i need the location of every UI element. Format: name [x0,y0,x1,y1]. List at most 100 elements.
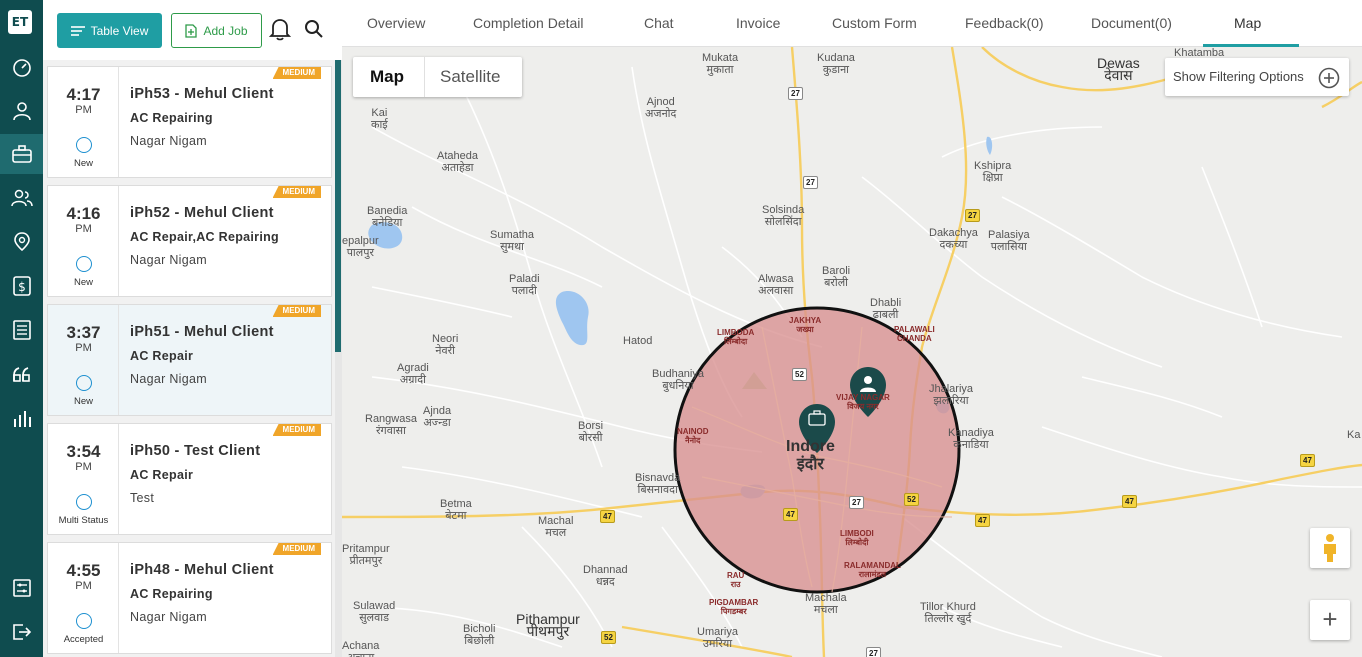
place-name: Dakachya [929,227,978,239]
bell-icon[interactable] [268,17,292,46]
street-view-pegman[interactable] [1310,528,1350,568]
quote-icon[interactable] [0,355,43,395]
map-place-label: Baroli बरोली [822,265,850,289]
scrollbar-thumb[interactable] [335,60,341,352]
map-place-label: Hatod [623,335,652,347]
place-name: Neori [432,333,459,345]
location-pin-icon[interactable] [0,222,43,262]
place-name-hindi: ढाबली [872,309,899,321]
locality-label: LIMBODA लिम्बोदा [717,328,754,346]
place-name: Machala [805,592,847,604]
job-time-column: 3:54 PM Multi Status [48,424,119,534]
place-name-hindi: अजनोद [645,108,677,120]
place-name: Budhaniya [652,368,704,380]
locality-name: LIMBODA [717,328,755,337]
map-type-satellite-button[interactable]: Satellite [440,57,500,97]
tab-custom-form[interactable]: Custom Form [832,15,917,31]
add-job-button[interactable]: Add Job [171,13,262,48]
job-client: Test [130,491,155,505]
map-place-label: Bisnavda बिसनावदा [635,472,680,496]
nav-rail: ET $ [0,0,43,657]
dashboard-icon[interactable] [0,47,43,87]
show-filtering-options-button[interactable]: Show Filtering Options [1165,58,1349,96]
app-logo[interactable]: ET [8,10,32,34]
locality-label: RALAMANDAL रालामंडल [844,561,901,579]
locality-label: PIGDAMBAR पिगडम्बर [709,598,758,616]
list-icon[interactable] [0,310,43,350]
place-name: Baroli [822,265,851,277]
logout-icon[interactable] [0,612,43,652]
tab-completion-detail[interactable]: Completion Detail [473,15,584,31]
job-title: iPh51 - Mehul Client [130,324,274,340]
tab-feedback[interactable]: Feedback(0) [965,15,1044,31]
panel-toolbar: Table View Add Job [43,0,342,60]
map-place-label: Kanadiya कनाडिया [948,427,994,451]
tab-map[interactable]: Map [1234,15,1261,31]
map-place-label: Alwasa अलवासा [758,273,793,297]
locality-name-hindi: CHANDA [897,334,932,343]
locality-label: VIJAY NAGAR विजय नगर [836,393,890,411]
status-circle-icon [76,375,92,391]
tab-invoice[interactable]: Invoice [736,15,780,31]
locality-name: LIMBODI [840,529,874,538]
locality-label: PALAWALI CHANDA [894,325,935,343]
zoom-in-button[interactable]: + [1310,600,1350,640]
map-place-label: Borsi बोरसी [578,420,603,444]
job-card[interactable]: 3:37 PM New MEDIUM iPh51 - Mehul Client … [47,304,332,416]
job-card[interactable]: 4:55 PM Accepted MEDIUM iPh48 - Mehul Cl… [47,542,332,654]
place-name: Ajnda [423,405,452,417]
map-place-label: Bicholi बिछोली [463,623,495,647]
map-place-label: Ka [1347,429,1360,441]
highway-shield: 27 [965,209,980,222]
highway-shield: 27 [803,176,818,189]
settings-sliders-icon[interactable] [0,568,43,608]
map-place-label: Paladi पलादी [509,273,540,297]
job-client: Nagar Nigam [130,610,207,624]
place-name: Banedia [367,205,408,217]
locality-name: RALAMANDAL [844,561,901,570]
chart-icon[interactable] [0,399,43,439]
user-icon[interactable] [0,91,43,131]
tab-overview[interactable]: Overview [367,15,425,31]
job-status: New [73,158,93,169]
place-name: Bicholi [463,623,496,635]
job-time-column: 3:37 PM New [48,305,119,415]
job-ampm: PM [75,580,92,592]
place-name: Kai [371,107,388,119]
place-name-hindi: पालपुर [346,247,374,259]
place-name-hindi: पलादी [511,285,537,297]
place-name-hindi: पलासिया [990,241,1027,253]
place-name: Machal [538,515,574,527]
search-icon[interactable] [304,19,324,44]
place-name-hindi: अताहेडा [441,162,474,174]
place-name-hindi: मुकाता [706,64,734,76]
place-name-hindi: सोलसिंदा [764,216,802,228]
job-card[interactable]: 4:17 PM New MEDIUM iPh53 - Mehul Client … [47,66,332,178]
place-name-hindi: अग्रादी [399,374,426,386]
users-icon[interactable] [0,178,43,218]
map-place-label: Neori नेवरी [432,333,458,357]
place-name: Borsi [578,420,604,432]
place-name: Ajnod [646,96,675,108]
locality-name: VIJAY NAGAR [836,393,890,402]
map-place-label: epalpur पालपुर [342,235,379,259]
place-name: Dhabli [870,297,902,309]
place-name-hindi: काई [371,119,388,131]
highway-shield: 47 [1300,454,1315,467]
place-name-hindi: बिछोली [464,635,495,647]
tab-chat[interactable]: Chat [644,15,674,31]
map-place-label: Solsinda सोलसिंदा [762,204,804,228]
dollar-icon[interactable]: $ [0,266,43,306]
job-card[interactable]: 4:16 PM New MEDIUM iPh52 - Mehul Client … [47,185,332,297]
job-time-column: 4:55 PM Accepted [48,543,119,653]
map-view[interactable]: Mukata मुकाता Kudana कुडाना Dewas देवास Ajnod अ… [342,47,1362,657]
place-name: Palasiya [988,229,1030,241]
job-card[interactable]: 3:54 PM Multi Status MEDIUM iPh50 - Test… [47,423,332,535]
map-type-map-button[interactable]: Map [370,57,404,97]
tab-document[interactable]: Document(0) [1091,15,1172,31]
table-view-button[interactable]: Table View [57,13,162,48]
add-file-icon [185,23,198,38]
briefcase-icon[interactable] [0,134,43,174]
highway-shield: 52 [792,368,807,381]
locality-name: PALAWALI [894,325,935,334]
